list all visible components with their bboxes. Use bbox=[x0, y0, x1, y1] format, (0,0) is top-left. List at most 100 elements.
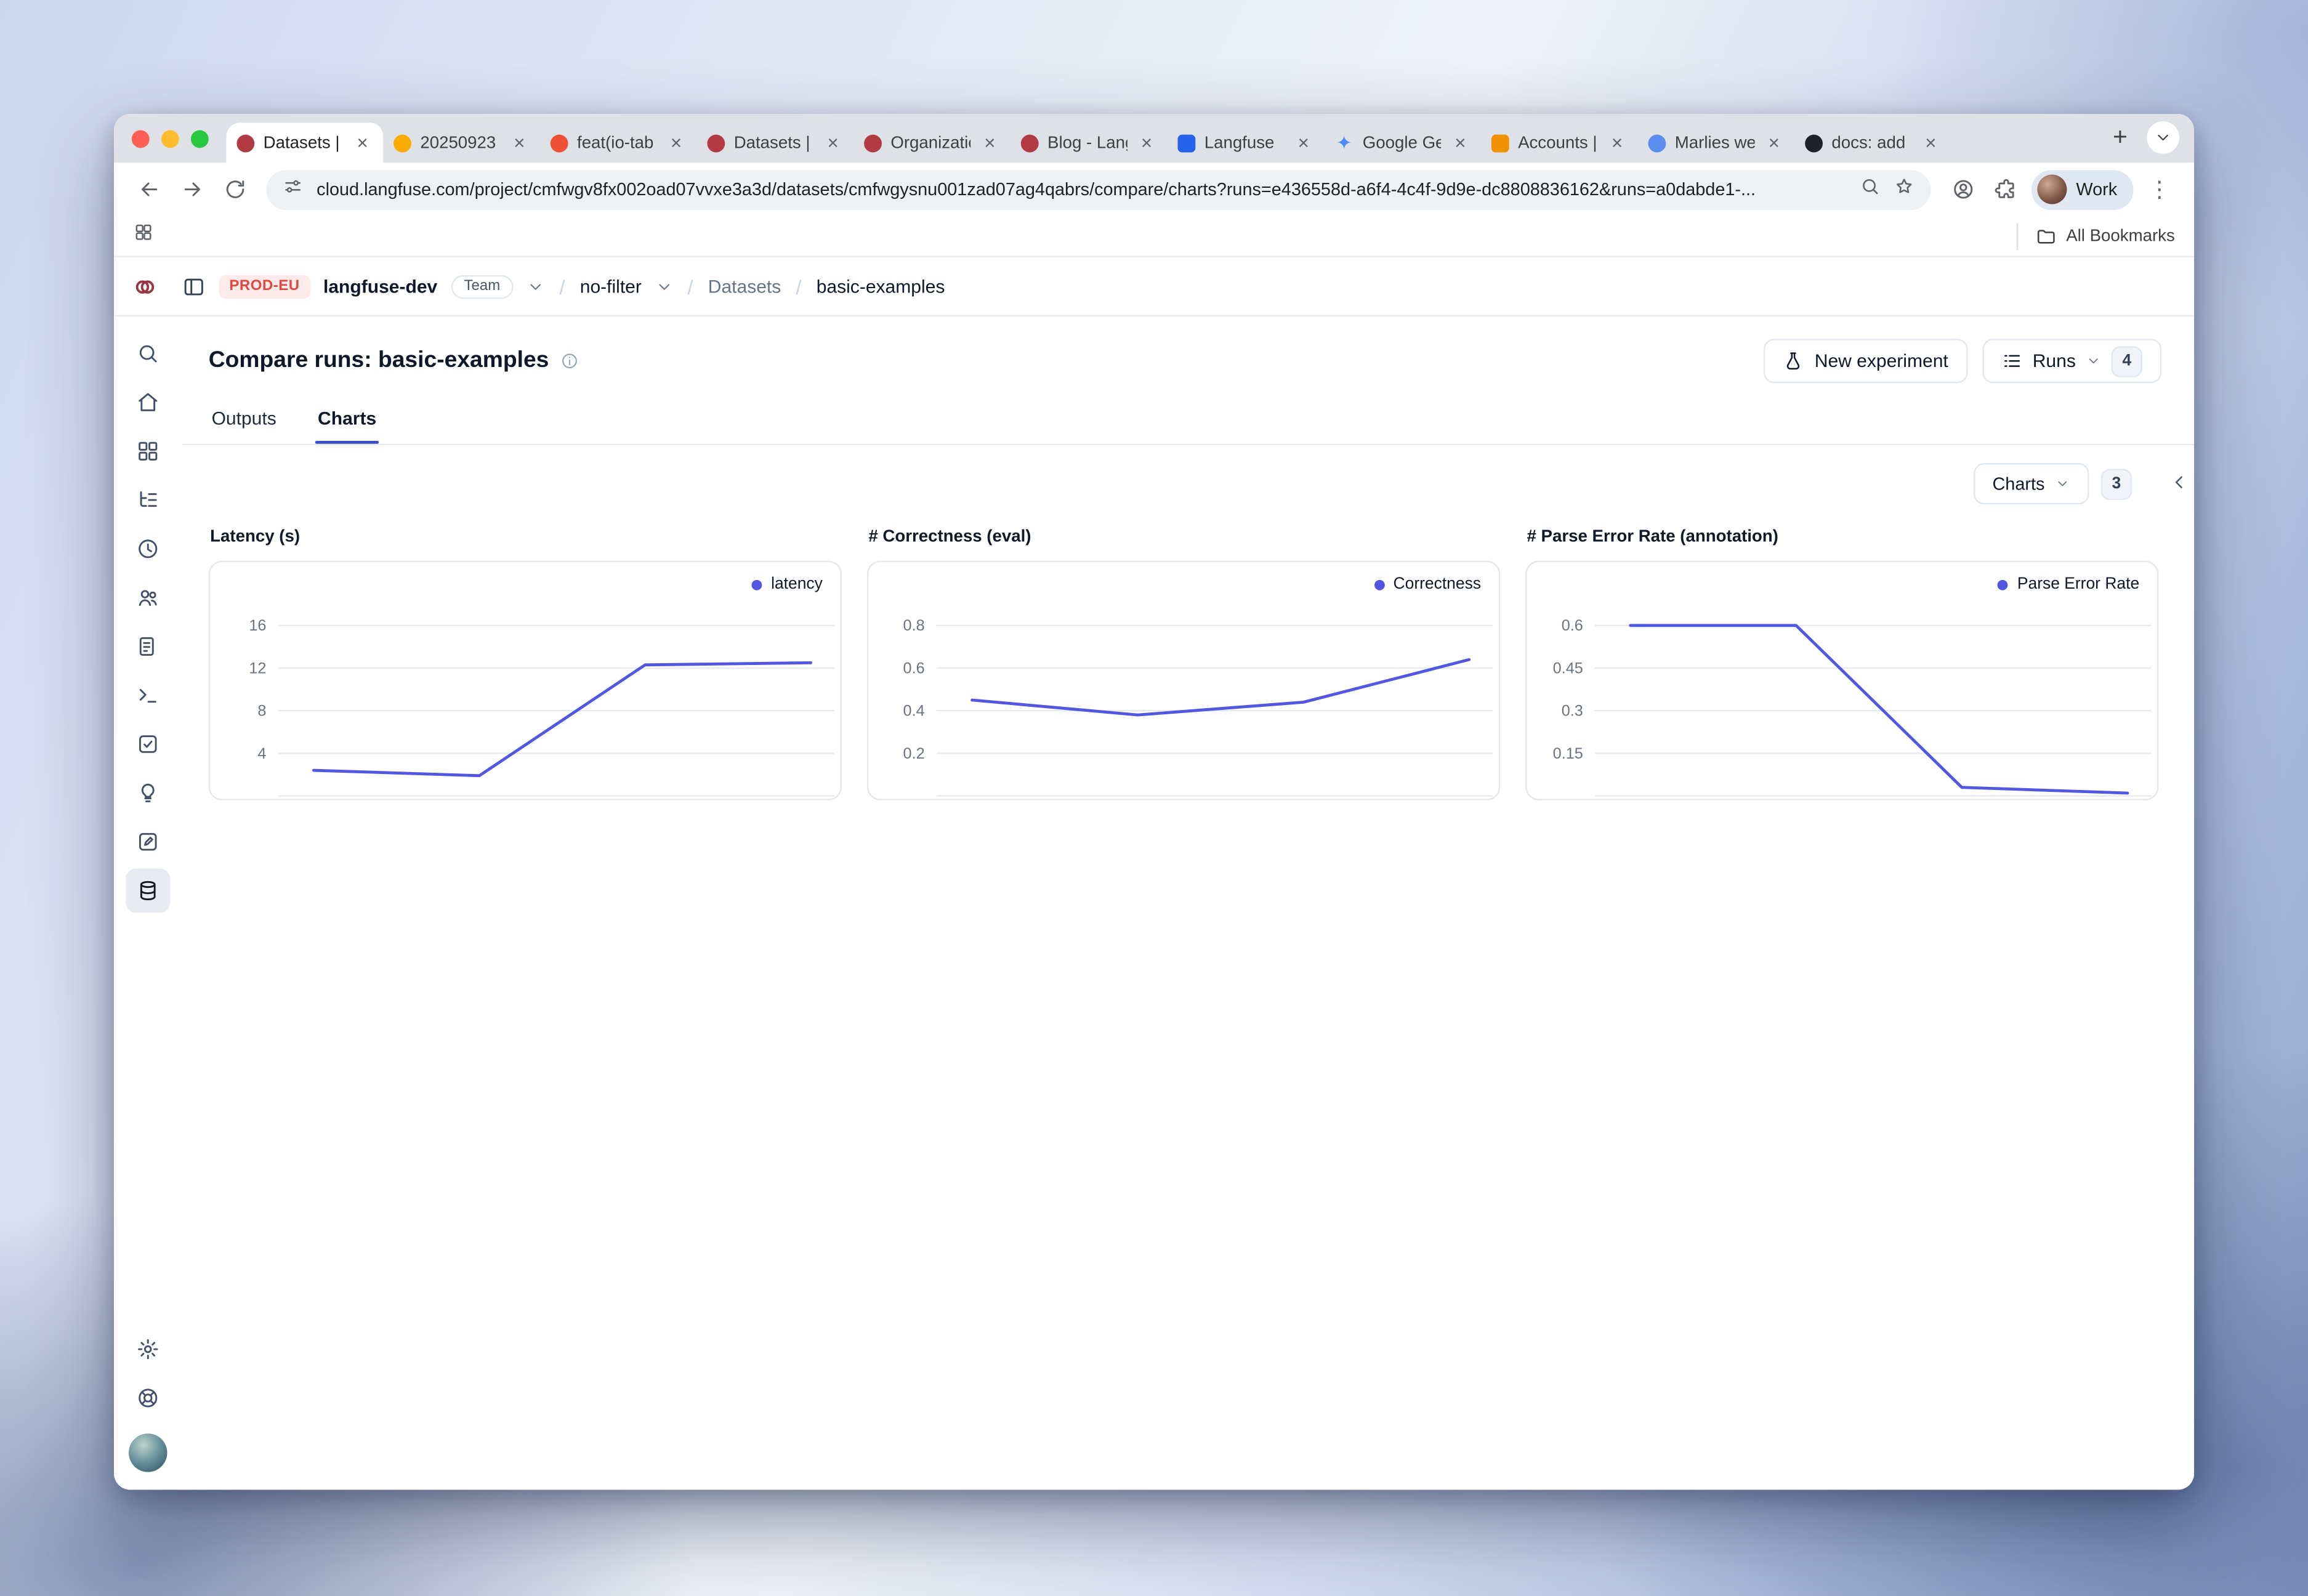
bookmark-star-icon[interactable] bbox=[1894, 175, 1915, 204]
extensions-puzzle-icon[interactable] bbox=[1986, 169, 2026, 209]
chart-section: # Parse Error Rate (annotation)0.150.30.… bbox=[1525, 517, 2158, 800]
svg-text:0.8: 0.8 bbox=[903, 617, 925, 634]
browser-tab[interactable]: Datasets | l× bbox=[697, 123, 854, 163]
langfuse-favicon bbox=[864, 134, 882, 151]
address-bar[interactable]: cloud.langfuse.com/project/cmfwgv8fx002o… bbox=[266, 169, 1931, 209]
tab-title: Marlies we bbox=[1675, 134, 1755, 151]
judge-icon[interactable] bbox=[126, 771, 170, 815]
git-favicon bbox=[551, 134, 568, 151]
breadcrumb-datasets[interactable]: Datasets bbox=[708, 276, 781, 297]
minimize-window-button[interactable] bbox=[161, 130, 179, 148]
project-switcher-chevron-icon[interactable] bbox=[655, 277, 673, 295]
tab-close-icon[interactable]: × bbox=[666, 132, 687, 153]
forward-icon[interactable] bbox=[172, 169, 212, 209]
prompts-icon[interactable] bbox=[126, 624, 170, 669]
environment-badge: PROD-EU bbox=[219, 275, 310, 298]
datasets-icon[interactable] bbox=[126, 868, 170, 913]
playground-icon[interactable] bbox=[126, 673, 170, 717]
browser-tab[interactable]: Marlies we × bbox=[1638, 123, 1795, 163]
close-window-button[interactable] bbox=[132, 130, 150, 148]
browser-tab[interactable]: feat(io-tab × bbox=[540, 123, 697, 163]
browser-profile-chip[interactable]: Work bbox=[2032, 169, 2133, 209]
users-icon[interactable] bbox=[126, 576, 170, 620]
tab-title: Datasets | l bbox=[264, 134, 344, 151]
tab-title: Organizatio bbox=[890, 134, 970, 151]
doc-favicon bbox=[1648, 134, 1666, 151]
tab-close-icon[interactable]: × bbox=[352, 132, 373, 153]
user-avatar[interactable] bbox=[129, 1433, 167, 1472]
annotation-icon[interactable] bbox=[126, 820, 170, 864]
desktop-background: Datasets | l×20250923×feat(io-tab×Datase… bbox=[0, 0, 2308, 1596]
account-icon[interactable] bbox=[1943, 169, 1983, 209]
tab-close-icon[interactable]: × bbox=[1293, 132, 1314, 153]
tab-close-icon[interactable]: × bbox=[509, 132, 530, 153]
collapse-panel-icon[interactable] bbox=[2169, 472, 2190, 493]
svg-text:0.15: 0.15 bbox=[1553, 745, 1583, 762]
line-chart: 481216 bbox=[210, 562, 841, 799]
org-switcher-chevron-icon[interactable] bbox=[527, 277, 545, 295]
site-settings-icon[interactable] bbox=[283, 175, 304, 204]
browser-tab[interactable]: docs: add× bbox=[1794, 123, 1951, 163]
browser-tab[interactable]: Langfuse× bbox=[1168, 123, 1325, 163]
browser-tab[interactable]: Organizatio × bbox=[853, 123, 1011, 163]
evals-icon[interactable] bbox=[126, 722, 170, 766]
bookmarks-bar: All Bookmarks bbox=[114, 216, 2194, 257]
info-icon[interactable] bbox=[561, 352, 579, 370]
runs-count-badge: 4 bbox=[2112, 345, 2142, 376]
zoom-icon[interactable] bbox=[1860, 175, 1881, 204]
tab-search-chevron-icon[interactable] bbox=[2147, 121, 2179, 154]
browser-tab[interactable]: Blog - Lang × bbox=[1011, 123, 1168, 163]
tab-close-icon[interactable]: × bbox=[1921, 132, 1942, 153]
chart-legend: Parse Error Rate bbox=[1998, 576, 2140, 594]
folder-icon bbox=[2035, 225, 2056, 246]
apps-grid-icon[interactable] bbox=[133, 222, 154, 250]
browser-tab[interactable]: Datasets | l × bbox=[227, 123, 384, 163]
browser-tab[interactable]: Accounts |× bbox=[1481, 123, 1638, 163]
runs-dropdown-button[interactable]: Runs 4 bbox=[1982, 339, 2161, 383]
sessions-icon[interactable] bbox=[126, 526, 170, 571]
tab-charts[interactable]: Charts bbox=[315, 408, 379, 444]
tab-title: Blog - Lang bbox=[1047, 134, 1128, 151]
svg-text:0.6: 0.6 bbox=[903, 659, 925, 677]
search-icon[interactable] bbox=[126, 331, 170, 376]
tab-close-icon[interactable]: × bbox=[1136, 132, 1157, 153]
browser-tab[interactable]: ✦Google Ge× bbox=[1324, 123, 1481, 163]
page-title: Compare runs: basic-examples bbox=[209, 348, 549, 374]
tab-list: Datasets | l×20250923×feat(io-tab×Datase… bbox=[227, 123, 2094, 163]
charts-dropdown-button[interactable]: Charts bbox=[1973, 463, 2089, 504]
langfuse-favicon bbox=[1021, 134, 1039, 151]
tab-close-icon[interactable]: × bbox=[823, 132, 844, 153]
project-name[interactable]: no-filter bbox=[580, 276, 642, 297]
settings-icon[interactable] bbox=[126, 1327, 170, 1371]
aws-favicon bbox=[1491, 134, 1509, 151]
browser-tab[interactable]: 20250923× bbox=[383, 123, 540, 163]
langfuse-favicon bbox=[236, 134, 254, 151]
svg-text:4: 4 bbox=[257, 745, 266, 762]
org-name[interactable]: langfuse-dev bbox=[323, 276, 437, 297]
tab-close-icon[interactable]: × bbox=[1607, 132, 1628, 153]
chart-section: Latency (s)481216latency bbox=[209, 517, 842, 800]
chart-title: # Correctness (eval) bbox=[868, 528, 1500, 546]
home-icon[interactable] bbox=[126, 380, 170, 424]
zoom-window-button[interactable] bbox=[191, 130, 209, 148]
tab-close-icon[interactable]: × bbox=[1450, 132, 1471, 153]
new-tab-button[interactable]: + bbox=[2102, 120, 2138, 156]
back-icon[interactable] bbox=[129, 169, 169, 209]
tracing-icon[interactable] bbox=[126, 478, 170, 522]
dashboards-icon[interactable] bbox=[126, 429, 170, 474]
chart-card: 0.20.40.60.8Correctness bbox=[867, 561, 1500, 800]
tab-close-icon[interactable]: × bbox=[980, 132, 1001, 153]
langfuse-logo[interactable] bbox=[133, 275, 156, 298]
sidebar-toggle-icon[interactable] bbox=[182, 275, 206, 298]
support-icon[interactable] bbox=[126, 1376, 170, 1420]
tab-close-icon[interactable]: × bbox=[1764, 132, 1785, 153]
tab-strip: Datasets | l×20250923×feat(io-tab×Datase… bbox=[114, 114, 2194, 163]
browser-menu-icon[interactable]: ⋮ bbox=[2139, 169, 2179, 209]
new-experiment-button[interactable]: New experiment bbox=[1764, 339, 1967, 383]
runs-label: Runs bbox=[2033, 350, 2076, 371]
all-bookmarks-button[interactable]: All Bookmarks bbox=[2016, 223, 2175, 249]
tab-outputs[interactable]: Outputs bbox=[209, 408, 280, 444]
reload-icon[interactable] bbox=[214, 169, 254, 209]
tab-title: feat(io-tab bbox=[577, 134, 657, 151]
sidebar-rail bbox=[114, 316, 182, 1489]
